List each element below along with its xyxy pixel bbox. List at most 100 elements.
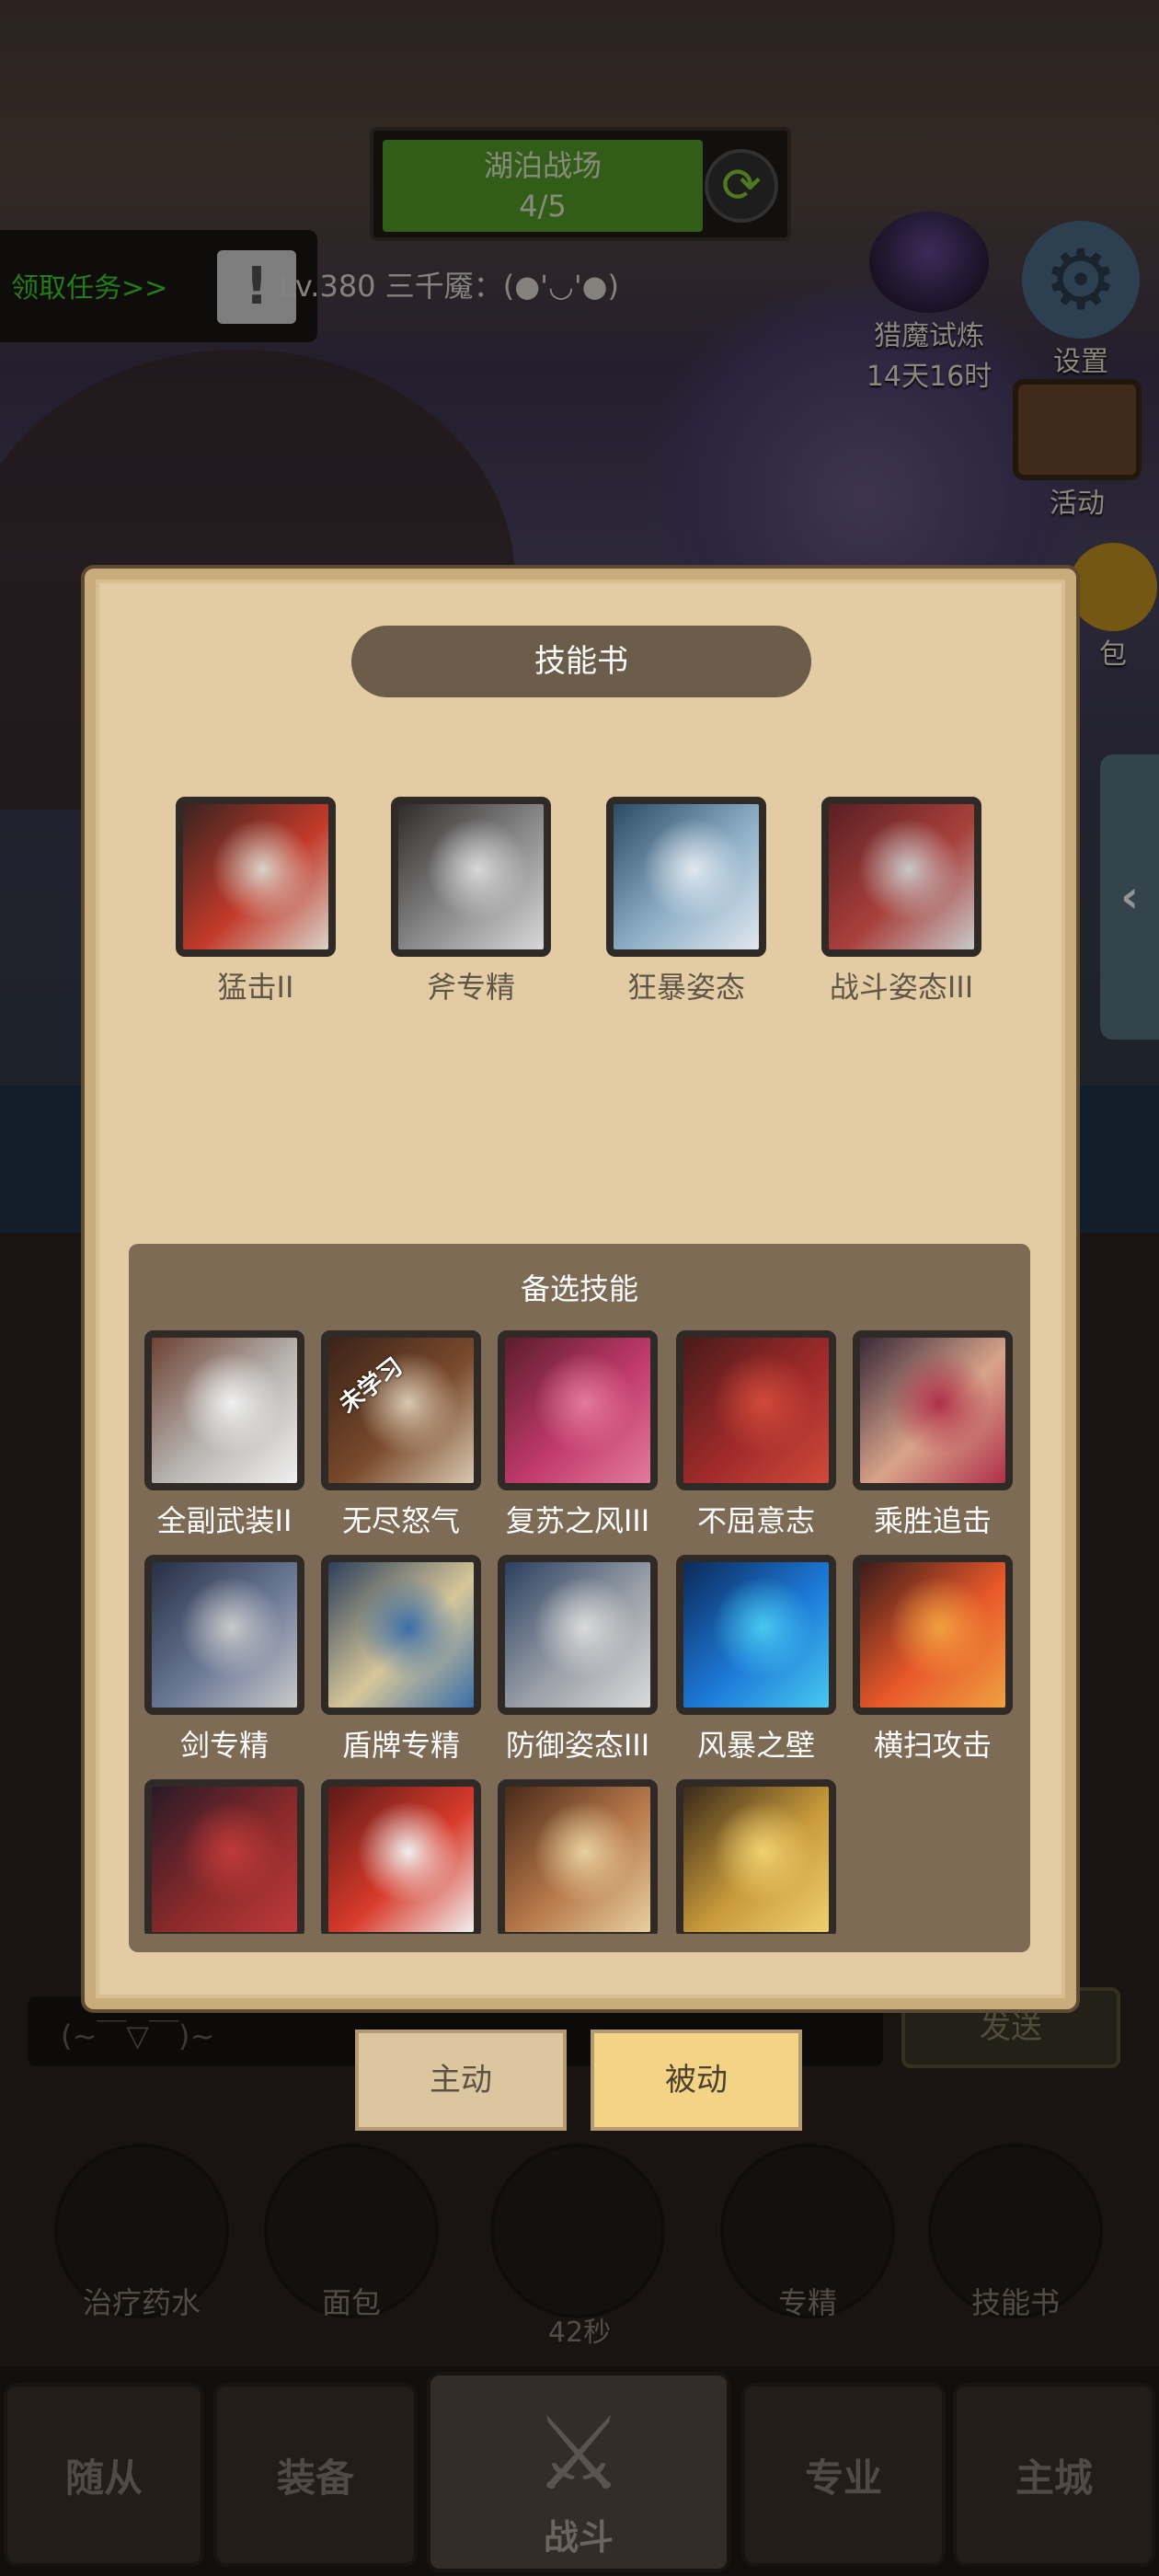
icon-artwork [328,1562,474,1708]
skill-name: 斧专精 [426,970,515,1005]
gear-icon: ⚙ [1022,221,1140,339]
nav-profession[interactable]: 专业 [741,2383,946,2567]
nav-followers-label: 随从 [64,2455,143,2501]
hunt-timer: 14天16时 [866,361,993,393]
alternative-skill-slot[interactable] [675,1779,837,1934]
storm-wall-icon [676,1555,836,1715]
icon-artwork [505,1562,650,1708]
indomitable-will-icon [676,1330,836,1490]
settings-button[interactable]: ⚙ 设置 [1012,221,1150,379]
alternative-skill-slot[interactable]: 防御姿态III [497,1555,659,1765]
icon-artwork [683,1787,829,1932]
tab-active-skills[interactable]: 主动 [355,2030,567,2131]
potion-slot[interactable]: 治疗药水 [50,2144,234,2328]
player-info: Lv.380 三千魇：(●'◡'●) [279,269,620,304]
bronze-shield-icon [498,1779,658,1934]
nav-equipment[interactable]: 装备 [213,2383,418,2567]
equipped-skill-slot[interactable]: 战斗姿态III [820,797,982,1006]
icon-artwork [328,1787,474,1932]
icon-artwork [152,1338,297,1483]
alternative-skill-slot[interactable] [143,1779,305,1934]
battlefield-indicator[interactable]: 湖泊战场 4/5 ⟳ [370,127,791,241]
scroll-icon [1013,379,1142,480]
coin-bag-icon [1069,543,1157,631]
refresh-icon[interactable]: ⟳ [705,149,778,223]
alternative-skill-slot[interactable]: 未学习 无尽怒气 [320,1330,482,1540]
mastery-slot[interactable]: 专精 [716,2144,900,2328]
bag-label: 包 [1099,638,1127,671]
nav-battle[interactable]: ⚔ 战斗 [427,2372,730,2572]
chest-timer: 42秒 [547,2317,612,2349]
equipped-skill-slot[interactable]: 狂暴姿态 [605,797,767,1006]
crossed-swords-icon: ⚔ [533,2395,625,2513]
demon-wing-icon [869,212,989,313]
alternative-skill-slot[interactable]: 盾牌专精 [320,1555,482,1765]
icon-artwork [614,804,759,949]
activity-button[interactable]: 活动 [1008,379,1146,521]
icon-artwork [152,1562,297,1708]
skill-name: 狂暴姿态 [626,970,745,1005]
alternative-skill-slot[interactable]: 乘胜追击 [852,1330,1014,1540]
alternative-skill-slot[interactable] [320,1779,482,1934]
quest-button[interactable]: 领取任务>> ! [0,230,317,342]
alternative-skills-title: 备选技能 [520,1271,638,1306]
hunt-title: 猎魔试炼 [874,320,984,352]
tab-passive-skills[interactable]: 被动 [591,2030,802,2131]
chevron-left-icon: ‹ [1120,871,1139,923]
icon-artwork [183,804,328,949]
alternative-skill-slot[interactable] [497,1779,659,1934]
bag-button[interactable]: 包 [1067,543,1159,672]
skill-name: 乘胜追击 [873,1503,992,1538]
skill-name: 防御姿态III [505,1728,650,1763]
battlefield-name: 湖泊战场 [483,148,602,183]
battle-stance-icon [821,797,981,957]
skill-name: 猛击II [217,970,294,1005]
alternative-skill-slot[interactable]: 剑专精 [143,1555,305,1765]
icon-artwork [860,1562,1005,1708]
alternative-skill-slot[interactable]: 复苏之风III [497,1330,659,1540]
nav-followers[interactable]: 随从 [4,2383,204,2567]
treasure-chest-icon [490,2144,665,2318]
rage-fist-icon [144,1779,304,1934]
alternative-skill-slot[interactable]: 风暴之壁 [675,1555,837,1765]
skillbook-label: 技能书 [970,2285,1060,2320]
golden-fist-icon [676,1779,836,1934]
modal-title: 技能书 [351,626,811,697]
alternative-skill-slot[interactable]: 横扫攻击 [852,1555,1014,1765]
endless-rage-icon: 未学习 [321,1330,481,1490]
berserk-stance-icon [606,797,766,957]
quest-label: 领取任务>> [11,272,168,305]
nav-main-city-label: 主城 [1015,2455,1093,2501]
chest-slot[interactable] [486,2144,670,2328]
icon-artwork [829,804,974,949]
shield-mastery-icon [321,1555,481,1715]
pursuit-icon [853,1330,1013,1490]
icon-artwork [683,1338,829,1483]
skill-name: 战斗姿态III [829,970,974,1005]
alternative-skills-grid[interactable]: 全副武装II 未学习 无尽怒气 复苏之风III 不屈意志 乘胜追击 剑专精 盾牌专精 防御姿态I… [129,1316,1030,1934]
nav-battle-label: 战斗 [543,2517,614,2558]
icon-artwork [683,1562,829,1708]
axe-mastery-icon [391,797,551,957]
equipped-skill-slot[interactable]: 猛击II [175,797,337,1006]
revive-wind-icon [498,1330,658,1490]
side-panel-toggle[interactable]: ‹ [1100,754,1159,1040]
potion-label: 治疗药水 [82,2285,201,2320]
nav-main-city[interactable]: 主城 [953,2383,1155,2567]
alternative-skill-slot[interactable]: 不屈意志 [675,1330,837,1540]
skill-name: 剑专精 [179,1728,269,1763]
settings-label: 设置 [1053,346,1108,378]
skill-name: 复苏之风III [505,1503,650,1538]
icon-artwork [505,1338,650,1483]
skill-name: 全副武装II [156,1503,293,1538]
sword-mastery-icon [144,1555,304,1715]
bread-slot[interactable]: 面包 [259,2144,443,2328]
skill-name: 无尽怒气 [341,1503,460,1538]
equipped-skill-slot[interactable]: 斧专精 [390,797,552,1006]
alternative-skill-slot[interactable]: 全副武装II [143,1330,305,1540]
icon-artwork [505,1787,650,1932]
hunt-trial-button[interactable]: 猎魔试炼 14天16时 [846,212,1012,394]
sweep-attack-icon [853,1555,1013,1715]
skillbook-slot[interactable]: 技能书 [924,2144,1107,2328]
icon-artwork [860,1338,1005,1483]
